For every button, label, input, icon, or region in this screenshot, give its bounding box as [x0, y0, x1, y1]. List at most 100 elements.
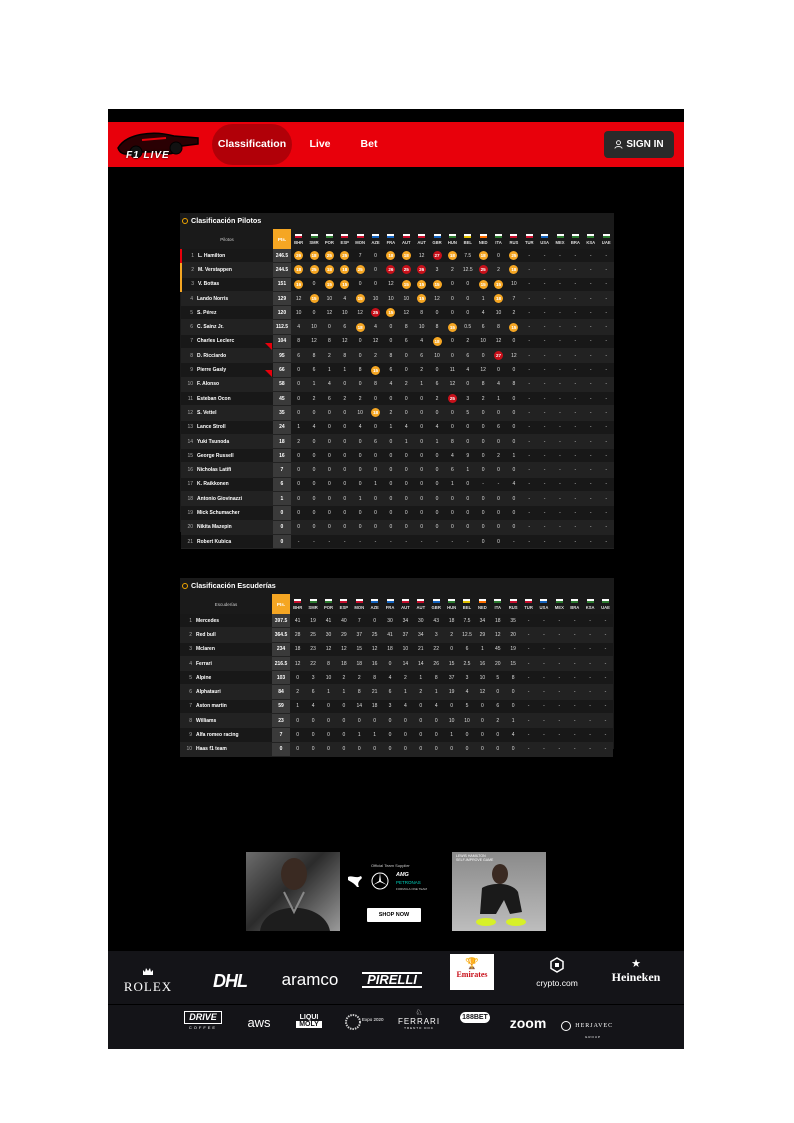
- column-header-race-bhr[interactable]: BHR: [290, 229, 307, 249]
- table-row[interactable]: 5 Alpine 103 0 3 10 2 2 8 4 2 1 8 37 3 10 5 8- - - - - -: [180, 670, 614, 686]
- nav-live[interactable]: Live: [302, 122, 338, 167]
- column-header-race-aut[interactable]: AUT: [413, 594, 429, 614]
- table-row[interactable]: 1 Mercedes 397.5 41 19 41 40 7 0 30 34 30 43 18 7.5 34 1…: [180, 614, 614, 629]
- sponsor-zoom[interactable]: zoom: [506, 1015, 550, 1031]
- race-points-cell: 16: [366, 656, 383, 672]
- column-header-race-hun[interactable]: HUN: [443, 594, 460, 614]
- expo-ring-icon: [345, 1014, 361, 1030]
- column-header-race-rus[interactable]: RUS: [506, 229, 522, 249]
- column-header-race-tur[interactable]: TUR: [521, 229, 537, 249]
- column-header-race-bhr[interactable]: BHR: [290, 594, 306, 614]
- table-row[interactable]: 5 S. Pérez 120 10 0 12 10 12 25 15 12 8 0 0 0 4 10 2- - - - -…: [181, 305, 614, 321]
- sponsor-heineken[interactable]: ★ Heineken: [604, 959, 668, 985]
- column-header-race-rus[interactable]: RUS: [505, 594, 521, 614]
- table-row[interactable]: 12 S. Vettel 35 0 0 0 0 10 18 2 0 0 0 0 5 0 0 0- - - - - -: [181, 405, 614, 421]
- table-row[interactable]: 4 Ferrari 216.5 12 22 8 18 18 16 0 14 14 26 15 2.5 16 20…: [180, 656, 614, 672]
- table-row[interactable]: 21 Robert Kubica 0- - - - - - - - - - - -0 0- - - - - - -: [181, 534, 614, 550]
- column-header-race-mex[interactable]: MEX: [552, 229, 568, 249]
- column-header-race-por[interactable]: POR: [320, 594, 337, 614]
- sponsor-crypto[interactable]: crypto.com: [526, 957, 588, 988]
- sponsor-dhl[interactable]: DHL: [194, 971, 266, 992]
- table-row[interactable]: 9 Alfa romeo racing 7 0 0 0 0 1 1 0 0 0 0 1 0 0 0 4- - - - - -: [180, 727, 614, 743]
- column-header-race-hun[interactable]: HUN: [444, 229, 461, 249]
- table-row[interactable]: 10 Haas f1 team 0 0 0 0 0 0 0 0 0 0 0 0 0 0 0 0- - - - - -: [180, 742, 614, 757]
- sponsor-expo-2020[interactable]: Expo 2020: [344, 1013, 384, 1031]
- column-header-race-aut[interactable]: AUT: [397, 594, 414, 614]
- table-row[interactable]: 7 Charles Leclerc 104 8 12 8 12 0 12 0 6 4 18 0 2 10 12 0…: [181, 334, 614, 350]
- table-row[interactable]: 2 Red bull 364.5 28 25 30 29 37 25 41 37 34 3 2 12.5 29…: [180, 627, 614, 643]
- column-header-race-bel[interactable]: BEL: [459, 594, 475, 614]
- column-header-race-mon[interactable]: MON: [351, 594, 367, 614]
- column-header-race-aut[interactable]: AUT: [413, 229, 430, 249]
- nav-classification[interactable]: Classification: [212, 124, 292, 165]
- column-header-points[interactable]: Pts.: [272, 594, 290, 614]
- column-header-race-uae[interactable]: UAE: [597, 594, 614, 614]
- sponsor-188bet[interactable]: 188BET: [458, 1012, 492, 1023]
- column-header-race-mon[interactable]: MON: [352, 229, 368, 249]
- column-header-race-aut[interactable]: AUT: [398, 229, 414, 249]
- sponsor-ferrari-trento[interactable]: ♘ FERRARI TRENTO DOC: [394, 1009, 444, 1031]
- table-row[interactable]: 18 Antonio Giovinazzi 1 0 0 0 0 1 0 0 0 0 0 0 0 0 0 0- - - -…: [181, 491, 614, 507]
- column-header-race-fra[interactable]: FRA: [383, 229, 399, 249]
- column-header-race-aze[interactable]: AZE: [367, 229, 384, 249]
- nav-bet[interactable]: Bet: [352, 122, 386, 167]
- table-row[interactable]: 17 K. Raikkonen 6 0 0 0 0 0 1 0 0 0 0 1 0- -4- - - - - -: [181, 477, 614, 493]
- column-header-race-ned[interactable]: NED: [474, 594, 491, 614]
- table-row[interactable]: 8 D. Ricciardo 95 6 8 2 8 0 2 8 0 6 10 0 6 0 27 12- - - - - -: [181, 348, 614, 364]
- sponsor-emirates[interactable]: 🏆 Emirates: [450, 954, 494, 990]
- sponsor-herjavec[interactable]: HERJAVEC GROUP: [556, 1017, 618, 1039]
- column-header-race-ksa[interactable]: KSA: [582, 594, 598, 614]
- column-header-race-por[interactable]: POR: [321, 229, 338, 249]
- table-row[interactable]: 15 George Russell 16 0 0 0 0 0 0 0 0 0 0 4 9 0 2 1- - - - - -: [181, 448, 614, 464]
- table-row[interactable]: 4 Lando Norris 129 12 15 10 4 15 10 10 10 15 12 0 0 1 18…: [181, 291, 614, 307]
- column-header-race-gbr[interactable]: GBR: [428, 594, 444, 614]
- table-row[interactable]: 20 Nikita Mazepin 0 0 0 0 0 0 0 0 0 0 0 0 0 0 0 0- - - - - -: [181, 520, 614, 535]
- column-header-race-usa[interactable]: USA: [536, 229, 553, 249]
- podium-badge: 15: [386, 308, 396, 318]
- column-header-race-ita[interactable]: ITA: [490, 229, 507, 249]
- sponsor-aramco[interactable]: aramco: [274, 970, 346, 990]
- table-row[interactable]: 2 M. Verstappen 244.5 18 25 18 18 25 0 26 25 26 3 2 12…: [180, 262, 614, 278]
- table-row[interactable]: 19 Mick Schumacher 0 0 0 0 0 0 0 0 0 0 0 0 0 0 0 0- - - - - -: [181, 505, 614, 521]
- column-header-race-bra[interactable]: BRA: [567, 229, 584, 249]
- column-header-race-bra[interactable]: BRA: [567, 594, 583, 614]
- ad-banner[interactable]: Official Team Supplier AMG PETRONAS FORM…: [246, 852, 546, 931]
- column-header-race-ned[interactable]: NED: [475, 229, 491, 249]
- table-row[interactable]: 1 L. Hamilton 246.5 26 18 25 25 7 0 18 18 12 27 18 7.5…: [180, 249, 614, 264]
- column-header-race-smr[interactable]: SMR: [306, 229, 322, 249]
- column-header-race-ita[interactable]: ITA: [490, 594, 506, 614]
- table-row[interactable]: 16 Nicholas Latifi 7 0 0 0 0 0 0 0 0 0 0 6 1 0 0 0- - - - - -: [181, 462, 614, 478]
- table-row[interactable]: 6 C. Sainz Jr. 112.5 4 10 0 6 18 4 0 8 10 8 15 0.5 6 8 15…: [181, 319, 614, 335]
- sponsor-rolex[interactable]: ROLEX: [120, 963, 176, 995]
- table-row[interactable]: 3 V. Bottas 151 16 0 15 15 0 0 12 15 15 15 0 0 15 15 10- -…: [180, 277, 614, 292]
- sponsor-aws[interactable]: aws: [244, 1015, 274, 1030]
- table-row[interactable]: 3 Mclaren 234 18 23 12 12 15 12 18 10 21 22 0 6 1 45 19- -…: [180, 642, 614, 657]
- column-header-race-usa[interactable]: USA: [536, 594, 552, 614]
- column-header-race-fra[interactable]: FRA: [382, 594, 398, 614]
- table-row[interactable]: 14 Yuki Tsunoda 18 2 0 0 0 0 6 0 1 0 1 8 0 0 0 0- - - - - -: [181, 434, 614, 450]
- column-header-race-gbr[interactable]: GBR: [429, 229, 445, 249]
- column-header-race-bel[interactable]: BEL: [460, 229, 476, 249]
- table-row[interactable]: 6 Alphatauri 84 2 6 1 1 8 21 6 1 2 1 19 4 12 0 0- - - - - -: [180, 684, 614, 700]
- column-header-race-ksa[interactable]: KSA: [583, 229, 599, 249]
- table-row[interactable]: 7 Aston martin 59 1 4 0 0 14 18 3 4 0 4 0 5 0 6 0- - - - - -: [180, 699, 614, 715]
- sponsor-pirelli[interactable]: PIRELLI: [362, 972, 422, 988]
- sign-in-button[interactable]: SIGN IN: [604, 131, 674, 158]
- column-header-race-tur[interactable]: TUR: [520, 594, 537, 614]
- table-row[interactable]: 11 Esteban Ocon 45 0 2 6 2 2 0 0 0 0 2 25 3 2 1 0- - - - - -: [181, 391, 614, 407]
- column-header-race-esp[interactable]: ESP: [337, 229, 353, 249]
- table-row[interactable]: 13 Lance Stroll 24 1 4 0 0 4 0 1 4 0 4 0 0 0 6 0- - - - - -: [181, 420, 614, 435]
- table-row[interactable]: 10 F. Alonso 58 0 1 4 0 0 8 4 2 1 6 12 0 8 4 8- - - - - -: [181, 377, 614, 392]
- sponsor-liqui-moly[interactable]: LIQUI MOLY: [296, 1014, 322, 1028]
- column-header-race-esp[interactable]: ESP: [336, 594, 352, 614]
- table-row[interactable]: 9 Pierre Gasly 66 0 6 1 1 8 15 6 0 2 0 11 4 12 0 0- - - - - -: [181, 362, 614, 378]
- sponsor-drive-coffee[interactable]: DRIVE COFFEE: [184, 1011, 222, 1030]
- column-header-race-uae[interactable]: UAE: [598, 229, 614, 249]
- f1-live-logo[interactable]: F1 LIVE: [112, 126, 204, 164]
- column-header-race-aze[interactable]: AZE: [366, 594, 383, 614]
- shop-now-button[interactable]: SHOP NOW: [367, 908, 421, 922]
- column-header-race-smr[interactable]: SMR: [305, 594, 321, 614]
- table-row[interactable]: 8 Williams 23 0 0 0 0 0 0 0 0 0 0 10 10 0 2 1- - - - - -: [180, 713, 614, 729]
- column-header-points[interactable]: Pts.: [272, 229, 291, 249]
- column-header-race-mex[interactable]: MEX: [551, 594, 568, 614]
